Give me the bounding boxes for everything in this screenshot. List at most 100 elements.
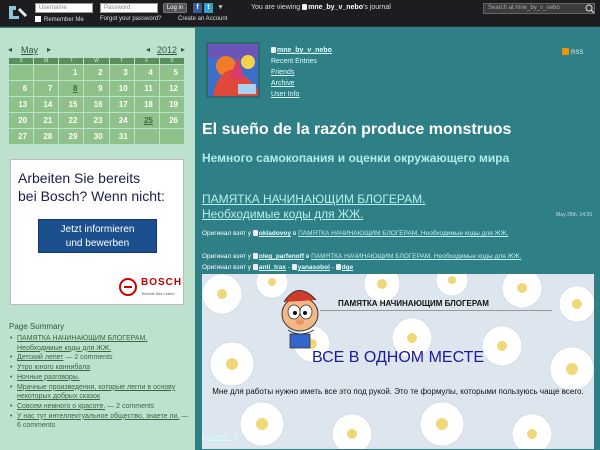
repost-post-link[interactable]: ПАМЯТКА НАЧИНАЮЩИМ БЛОГЕРАМ. Необходимые… <box>298 230 508 237</box>
repost-source-3: Оригинал взят у anti_trax - yanasobol - … <box>202 264 354 271</box>
remember-me-checkbox[interactable]: Remember Me <box>35 16 84 23</box>
calendar-weekday: T <box>108 57 135 65</box>
user-icon[interactable] <box>302 4 308 10</box>
journal-subtitle: Немного самокопания и оценки окружающего… <box>202 151 510 165</box>
calendar-weekday: S <box>158 57 186 65</box>
checkbox-icon[interactable] <box>35 16 41 22</box>
post-title-link[interactable]: ПАМЯТКА НАЧИНАЮЩИМ БЛОГЕРАМ. Необходимые… <box>202 192 425 222</box>
calendar-day: 23 <box>83 112 110 129</box>
page-summary-link[interactable]: Утро юного каннибала <box>17 364 90 371</box>
calendar-weekday: S <box>7 57 35 65</box>
prev-year-arrow-icon[interactable]: ◂ <box>146 45 150 54</box>
page-summary-link[interactable]: ПАМЯТКА НАЧИНАЮЩИМ БЛОГЕРАМ. Необходимые… <box>17 335 147 352</box>
calendar-empty-cell <box>7 64 35 81</box>
calendar-year-link[interactable]: 2012 <box>157 45 177 55</box>
page-summary-title: Page Summary <box>9 322 65 331</box>
page-summary-list: ПАМЯТКА НАЧИНАЮЩИМ БЛОГЕРАМ. Необходимые… <box>9 334 189 431</box>
repost-user-link[interactable]: yanasobol <box>298 264 330 271</box>
calendar-day: 27 <box>7 128 35 145</box>
page-summary-link[interactable]: Ночные разговоры. <box>17 374 80 381</box>
post-date: May 25th, 14:26 <box>556 212 592 218</box>
login-button[interactable]: Log in <box>163 3 187 13</box>
user-icon[interactable] <box>291 264 297 270</box>
calendar-day: 4 <box>133 64 160 81</box>
calendar-day: 11 <box>133 80 160 97</box>
calendar-day: 16 <box>83 96 110 113</box>
page-summary-comments[interactable]: — 2 comments <box>64 354 112 361</box>
bosch-logo-icon <box>119 278 137 296</box>
next-month-arrow-icon[interactable]: ▸ <box>47 45 51 54</box>
calendar-grid: SMTWTFS 1 2 3 4 5 6 7 8 9 10 11 12 13 14 15 16 17 18 19 20 2… <box>7 57 186 145</box>
livejournal-logo-icon[interactable] <box>6 4 30 21</box>
create-account-link[interactable]: Create an Account <box>178 16 227 22</box>
calendar-day: 31 <box>108 128 135 145</box>
rss-icon <box>562 48 569 55</box>
rss-link[interactable]: RSS <box>562 48 583 56</box>
prev-month-arrow-icon[interactable]: ◂ <box>8 45 12 54</box>
calendar-weekday: M <box>33 57 60 65</box>
calendar-week-row: 20 21 22 23 24 25 26 <box>7 112 186 129</box>
recent-entries-label: Recent Entries <box>271 58 317 65</box>
ad-line-2: bei Bosch? Wenn nicht: <box>18 188 165 204</box>
username-input[interactable]: Username <box>35 3 93 13</box>
user-icon[interactable] <box>335 264 341 270</box>
page-summary-link[interactable]: Мрачные произведения, которые легли в ос… <box>17 384 175 401</box>
next-year-arrow-icon[interactable]: ▸ <box>181 45 185 54</box>
user-icon[interactable] <box>252 230 258 236</box>
page-summary-item: ПАМЯТКА НАЧИНАЮЩИМ БЛОГЕРАМ. Необходимые… <box>9 334 189 353</box>
calendar-day: 14 <box>33 96 60 113</box>
page-summary-comments[interactable]: — 2 comments <box>105 403 154 410</box>
user-icon[interactable] <box>271 47 276 53</box>
repost-post-link[interactable]: ПАМЯТКА НАЧИНАЮЩИМ БЛОГЕРАМ. Необходимые… <box>311 253 521 260</box>
calendar-day: 2 <box>83 64 110 81</box>
calendar-day: 30 <box>83 128 110 145</box>
page-summary-link[interactable]: Детский лепет <box>17 354 64 361</box>
search-icon[interactable] <box>583 3 596 14</box>
rss-label: RSS <box>571 50 584 56</box>
calendar-week-row: 12345 <box>7 64 186 81</box>
viewing-username-link[interactable]: mne_by_v_nebo <box>308 4 363 11</box>
user-icon[interactable] <box>252 253 258 259</box>
calendar-day: 26 <box>158 112 186 129</box>
ad-apply-button[interactable]: Jetzt informieren und bewerben <box>38 219 157 253</box>
read-more-open-paren: ( <box>202 434 205 441</box>
read-more-link[interactable]: Далее... <box>206 434 232 441</box>
journal-main: mne_by_v_nebo Recent Entries Friends Arc… <box>195 28 600 450</box>
user-icon[interactable] <box>252 264 258 270</box>
forgot-password-link[interactable]: Forgot your password? <box>100 16 161 22</box>
calendar-weekday: W <box>83 57 110 65</box>
repost-prefix: Оригинал взят у <box>202 264 252 271</box>
repost-user-link[interactable]: dge <box>342 264 354 271</box>
userpic-avatar[interactable] <box>206 42 260 98</box>
calendar-day-link[interactable]: 8 <box>58 80 85 97</box>
bosch-advertisement[interactable]: Arbeiten Sie bereits bei Bosch? Wenn nic… <box>10 159 184 305</box>
repost-user-link[interactable]: okladovoy <box>259 230 291 237</box>
repost-in: в <box>292 230 297 237</box>
facebook-login-icon[interactable]: f <box>193 3 202 13</box>
password-input[interactable]: Password <box>100 3 158 13</box>
user-info-link[interactable]: User Info <box>271 89 332 100</box>
calendar-day: 20 <box>7 112 35 129</box>
repost-user-link[interactable]: oleg_parfenoff <box>259 253 304 260</box>
repost-prefix: Оригинал взят у <box>202 230 252 237</box>
sidebar: ◂ May ▸ ◂ 2012 ▸ SMTWTFS 1 2 3 4 5 6 7 8 9 10 11 12… <box>0 28 195 450</box>
archive-link[interactable]: Archive <box>271 78 332 89</box>
page-summary-link[interactable]: У нас тут интеллектуальное общество, зна… <box>17 413 179 420</box>
repost-user-link[interactable]: anti_trax <box>259 264 286 271</box>
journal-user-links: mne_by_v_nebo Recent Entries Friends Arc… <box>271 45 332 100</box>
page-summary-link[interactable]: Совсем немного о красоте. <box>17 403 105 410</box>
ad-line-1: Arbeiten Sie bereits <box>18 170 141 186</box>
more-login-options-icon[interactable]: ▾ <box>216 3 225 13</box>
twitter-login-icon[interactable]: t <box>204 3 213 13</box>
calendar-day: 3 <box>108 64 135 81</box>
read-more: ( Далее... ) <box>202 434 237 441</box>
calendar-week-row: 13 14 15 16 17 18 19 <box>7 96 186 113</box>
calendar-day: 29 <box>58 128 85 145</box>
calendar-empty-cell <box>158 128 186 145</box>
calendar-month-link[interactable]: May <box>21 45 38 55</box>
journal-username-link[interactable]: mne_by_v_nebo <box>277 47 332 54</box>
calendar-day-link[interactable]: 25 <box>133 112 160 129</box>
search-input[interactable]: Search at mne_by_v_nebo <box>483 3 595 14</box>
page-summary-item: Утро юного каннибала <box>9 363 189 373</box>
friends-link[interactable]: Friends <box>271 67 332 78</box>
